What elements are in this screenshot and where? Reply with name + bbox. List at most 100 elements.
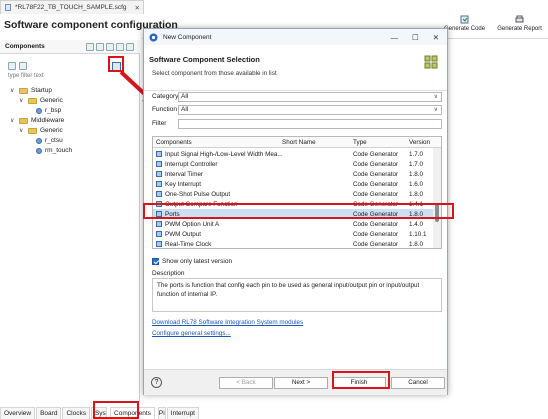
download-modules-link[interactable]: Download RL78 Software Integration Syste… [152,319,303,326]
component-icon [156,171,162,177]
tab-pins[interactable]: Pins [157,407,166,419]
report-icon [515,15,524,23]
right-toolbar: Generate Code Generate Report [438,15,548,37]
component-type: Code Generator [353,150,399,158]
close-icon[interactable]: ✕ [433,33,439,42]
list-item[interactable]: Input Signal High-/Low-Level Width Mea..… [153,149,435,159]
component-grid-icon [424,55,438,69]
editor-tab[interactable]: *RL78F22_TB_TOUCH_SAMPLE.scfg ✕ [0,0,144,14]
component-name: PWM Output [165,230,202,238]
maximize-icon[interactable]: ☐ [412,33,419,42]
dialog-subheading: Select component from those available in… [152,70,277,77]
component-name: One-Shot Pulse Output [165,190,231,198]
list-item[interactable]: One-Shot Pulse Output Code Generator 1.8.0 [153,189,435,199]
dialog-titlebar: New Component — ☐ ✕ [144,29,447,45]
show-latest-label: Show only latest version [162,258,233,265]
chevron-down-icon[interactable]: ∨ [10,117,16,124]
folder-icon [19,87,28,94]
list-item[interactable]: Ports Code Generator 1.8.0 [153,209,435,219]
tree-item-generic-2[interactable]: ∨ Generic [19,127,63,134]
function-select[interactable]: All ∨ [178,105,442,115]
list-item[interactable]: Output Compare Function Code Generator 1.4… [153,199,435,209]
tab-system[interactable]: System [90,407,108,419]
component-icon [36,107,42,114]
filter-field[interactable] [178,119,442,129]
column-version[interactable]: Version [409,139,430,146]
add-component-icon[interactable] [86,43,94,51]
list-item[interactable]: Interval Timer Code Generator 1.8.0 [153,169,435,179]
tree-item-label: Middleware [31,117,65,124]
components-panel-header: Components [0,40,140,54]
hierarchical-view-icon[interactable] [8,62,16,70]
category-select[interactable]: All ∨ [178,92,442,102]
function-value: All [181,106,189,113]
column-components[interactable]: Components [156,139,192,146]
generate-report-button[interactable]: Generate Report [497,15,542,37]
component-name: Output Compare Function [165,200,238,208]
list-item[interactable]: Interrupt Controller Code Generator 1.7.0 [153,159,435,169]
generate-code-icon [460,15,469,24]
component-name: Ports [165,210,180,218]
close-tab-icon[interactable]: ✕ [135,4,140,12]
list-item[interactable]: PWM Output Code Generator 1.10.1 [153,229,435,239]
list-item[interactable]: Key Interrupt Code Generator 1.6.0 [153,179,435,189]
scrollbar-thumb[interactable] [435,204,439,222]
new-component-dialog: New Component — ☐ ✕ Software Component S… [143,28,448,395]
component-type: Code Generator [353,180,399,188]
vertical-scrollbar[interactable] [433,148,441,248]
tree-item-generic[interactable]: ∨ Generic [19,97,63,104]
back-button[interactable]: < Back [219,377,273,389]
dialog-footer: ? < Back Next > Finish Cancel [144,369,447,395]
chevron-down-icon[interactable]: ∨ [10,87,16,94]
tree-item-label: Generic [40,97,63,104]
filter-input[interactable]: type filter text [8,73,136,82]
component-version: 1.4.1 [409,200,424,208]
remove-component-icon[interactable] [96,43,104,51]
tree-item-label: Startup [31,87,52,94]
minimize-icon[interactable]: — [390,33,398,42]
component-icon [156,161,162,167]
tree-item-rm-touch[interactable]: rm_touch [36,147,72,154]
tree-item-label: r_bsp [45,107,62,114]
component-name: Real-Time Clock [165,240,212,248]
tree-item-startup[interactable]: ∨ Startup [10,87,52,94]
flat-view-icon[interactable] [19,62,27,70]
tree-item-r-ctsu[interactable]: r_ctsu [36,137,63,144]
maximize-icon[interactable] [126,43,134,51]
bottom-tabs: Overview Board Clocks System Components … [0,404,200,419]
list-item[interactable]: PWM Option Unit A Code Generator 1.4.0 [153,219,435,229]
tab-interrupt[interactable]: Interrupt [166,407,199,419]
component-icon [156,191,162,197]
chevron-down-icon[interactable]: ∨ [19,127,25,134]
components-panel-title: Components [5,43,45,50]
component-type: Code Generator [353,220,399,228]
column-short-name[interactable]: Short Name [282,139,316,146]
cancel-button[interactable]: Cancel [391,377,445,389]
generate-code-button[interactable]: Generate Code [444,15,485,37]
minimize-icon[interactable] [116,43,124,51]
tab-components[interactable]: Components [110,407,155,419]
tree-item-middleware[interactable]: ∨ Middleware [10,117,64,124]
tab-board[interactable]: Board [36,407,62,419]
configure-settings-link[interactable]: Configure general settings... [152,330,231,337]
tab-clocks[interactable]: Clocks [62,407,90,419]
component-icon [156,231,162,237]
tab-overview[interactable]: Overview [0,407,36,419]
column-type[interactable]: Type [353,139,367,146]
tree-item-r-bsp[interactable]: r_bsp [36,107,61,114]
expand-all-icon[interactable] [106,43,114,51]
editor-tab-label: *RL78F22_TB_TOUCH_SAMPLE.scfg [15,4,127,11]
category-label: Category [152,93,179,100]
tree-item-label: rm_touch [45,147,73,154]
chevron-down-icon[interactable]: ∨ [19,97,25,104]
folder-icon [28,97,37,104]
folder-icon [28,127,37,134]
next-button[interactable]: Next > [274,377,328,389]
show-latest-checkbox[interactable] [152,258,159,265]
filter-label: Filter [152,120,167,127]
show-latest-checkbox-row[interactable]: Show only latest version [152,258,232,265]
help-icon[interactable]: ? [151,377,162,388]
components-list: Components Short Name Type Version Input… [152,136,442,249]
finish-button[interactable]: Finish [332,377,386,389]
list-item[interactable]: Real-Time Clock Code Generator 1.8.0 [153,239,435,248]
